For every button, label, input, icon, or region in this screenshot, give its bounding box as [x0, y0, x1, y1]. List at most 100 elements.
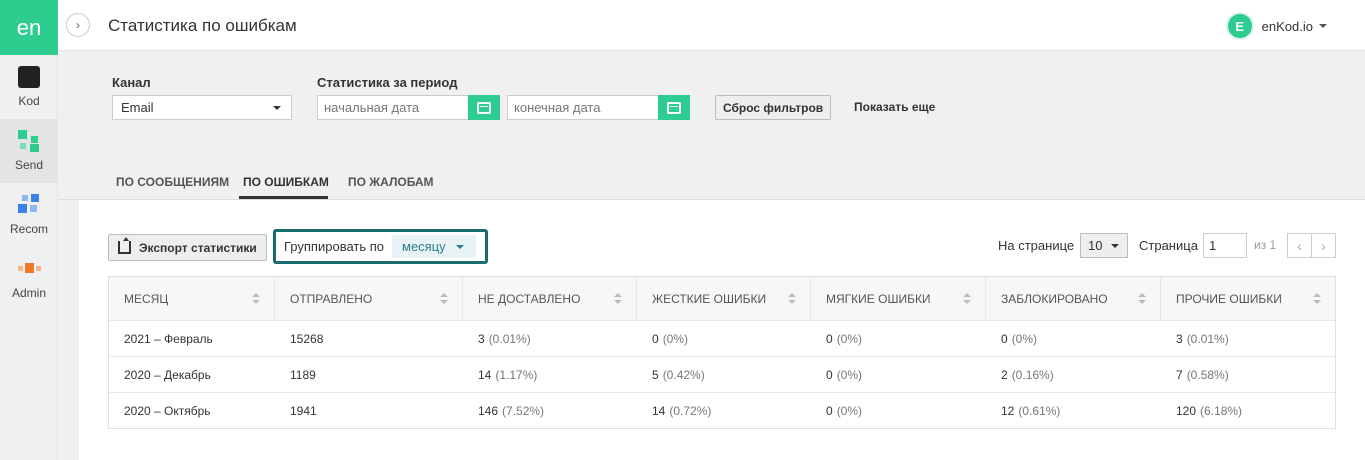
cell-hard-errors: 5 (0.42%) — [637, 357, 811, 392]
tab-by-messages[interactable]: ПО СООБЩЕНИЯМ — [116, 175, 229, 189]
page-label: Страница — [1139, 238, 1198, 253]
column-header-other-errors[interactable]: ПРОЧИЕ ОШИБКИ — [1161, 277, 1335, 320]
next-page-button[interactable]: › — [1311, 233, 1336, 258]
table-row: 2021 – Февраль 15268 3 (0.01%) 0 (0%) 0 (0%… — [109, 320, 1335, 356]
top-bar: › Статистика по ошибкам E enKod.io — [58, 0, 1365, 51]
table-row: 2020 – Декабрь 1189 14 (1.17%) 5 (0.42%) 0… — [109, 356, 1335, 392]
caret-down-icon — [1319, 24, 1327, 28]
caret-down-icon — [455, 244, 464, 249]
prev-page-button[interactable]: ‹ — [1287, 233, 1312, 258]
sidebar-item-label: Admin — [11, 286, 46, 300]
sort-icon[interactable] — [440, 293, 448, 304]
cell-sent: 1941 — [290, 403, 317, 418]
recom-icon — [18, 194, 40, 216]
start-date-calendar-button[interactable] — [468, 95, 500, 120]
sort-icon[interactable] — [963, 293, 971, 304]
cell-month: 2020 – Октябрь — [124, 403, 211, 418]
tab-by-errors[interactable]: ПО ОШИБКАМ — [243, 175, 329, 189]
cell-other-errors: 7 (0.58%) — [1161, 357, 1335, 392]
per-page-value: 10 — [1088, 238, 1103, 253]
send-icon — [18, 130, 40, 152]
column-header-undelivered[interactable]: НЕ ДОСТАВЛЕНО — [463, 277, 637, 320]
start-date-placeholder: начальная дата — [324, 100, 420, 115]
export-stats-button[interactable]: Экспорт статистики — [108, 234, 267, 261]
column-header-month[interactable]: МЕСЯЦ — [109, 277, 275, 320]
per-page-select[interactable]: 10 — [1080, 233, 1128, 258]
user-name: enKod.io — [1261, 18, 1313, 34]
cell-count: 0 — [652, 331, 659, 346]
column-header-soft-errors[interactable]: МЯГКИЕ ОШИБКИ — [811, 277, 986, 320]
chevron-right-icon: › — [76, 18, 80, 32]
cell-blocked: 12 (0.61%) — [986, 393, 1161, 428]
group-by-value: месяцу — [402, 239, 446, 254]
group-by-control: Группировать по месяцу — [273, 229, 488, 264]
page-total-label: из 1 — [1254, 238, 1277, 252]
group-by-select[interactable]: месяцу — [392, 235, 476, 258]
sort-icon[interactable] — [614, 293, 622, 304]
kod-icon — [18, 66, 40, 88]
group-by-label: Группировать по — [284, 239, 385, 254]
app-logo[interactable]: en — [0, 0, 58, 55]
user-menu[interactable]: E enKod.io — [1225, 12, 1327, 40]
cell-undelivered: 3 (0.01%) — [463, 321, 637, 356]
cell-blocked: 2 (0.16%) — [986, 357, 1161, 392]
sidebar-toggle-button[interactable]: › — [66, 13, 90, 37]
column-header-label: ЗАБЛОКИРОВАНО — [1001, 291, 1108, 306]
column-header-label: ЖЕСТКИЕ ОШИБКИ — [652, 291, 767, 306]
admin-icon — [18, 258, 41, 280]
sidebar-item-send[interactable]: Send — [0, 119, 58, 183]
cell-soft-errors: 0 (0%) — [811, 321, 986, 356]
sort-icon[interactable] — [1138, 293, 1146, 304]
cell-percent: (0.16%) — [1011, 367, 1054, 382]
cell-month: 2020 – Декабрь — [124, 367, 211, 382]
cell-count: 12 — [1001, 403, 1015, 418]
page-number-input[interactable]: 1 — [1203, 233, 1247, 258]
cell-count: 120 — [1176, 403, 1197, 418]
sort-icon[interactable] — [1313, 293, 1321, 304]
tab-by-complaints[interactable]: ПО ЖАЛОБАМ — [348, 175, 434, 189]
start-date-input[interactable]: начальная дата — [317, 95, 469, 120]
sidebar-item-label: Recom — [9, 222, 48, 236]
cell-undelivered: 146 (7.52%) — [463, 393, 637, 428]
column-header-label: НЕ ДОСТАВЛЕНО — [478, 291, 581, 306]
column-header-label: МЯГКИЕ ОШИБКИ — [826, 291, 931, 306]
cell-other-errors: 3 (0.01%) — [1161, 321, 1335, 356]
sort-icon[interactable] — [252, 293, 260, 304]
cell-sent: 15268 — [290, 331, 324, 346]
cell-percent: (0.58%) — [1186, 367, 1229, 382]
cell-hard-errors: 14 (0.72%) — [637, 393, 811, 428]
sidebar-item-admin[interactable]: Admin — [0, 247, 58, 311]
show-more-link[interactable]: Показать еще — [854, 100, 935, 114]
cell-percent: (6.18%) — [1200, 403, 1243, 418]
cell-count: 3 — [478, 331, 485, 346]
reset-filters-button[interactable]: Сброс фильтров — [715, 95, 832, 120]
cell-soft-errors: 0 (0%) — [811, 393, 986, 428]
sidebar-item-kod[interactable]: Kod — [0, 55, 58, 119]
cell-count: 3 — [1176, 331, 1183, 346]
cell-month: 2021 – Февраль — [124, 331, 213, 346]
column-header-sent[interactable]: ОТПРАВЛЕНО — [275, 277, 463, 320]
caret-down-icon — [273, 106, 281, 110]
cell-percent: (0.42%) — [662, 367, 705, 382]
cell-percent: (0%) — [1011, 331, 1038, 346]
column-header-hard-errors[interactable]: ЖЕСТКИЕ ОШИБКИ — [637, 277, 811, 320]
sidebar-item-recom[interactable]: Recom — [0, 183, 58, 247]
end-date-input[interactable]: конечная дата — [507, 95, 659, 120]
cell-count: 14 — [652, 403, 666, 418]
column-header-blocked[interactable]: ЗАБЛОКИРОВАНО — [986, 277, 1161, 320]
cell-count: 5 — [652, 367, 659, 382]
column-header-label: ПРОЧИЕ ОШИБКИ — [1176, 291, 1282, 306]
cell-percent: (0.72%) — [669, 403, 712, 418]
chevron-right-icon: › — [1321, 237, 1326, 254]
cell-percent: (0%) — [836, 331, 863, 346]
cell-count: 14 — [478, 367, 492, 382]
cell-other-errors: 120 (6.18%) — [1161, 393, 1335, 428]
errors-table: МЕСЯЦ ОТПРАВЛЕНО НЕ ДОСТАВЛЕНО ЖЕСТКИЕ О… — [108, 276, 1336, 429]
sidebar-item-label: Kod — [18, 94, 40, 108]
per-page-label: На странице — [998, 238, 1075, 253]
end-date-calendar-button[interactable] — [658, 95, 690, 120]
channel-select[interactable]: Email — [112, 95, 292, 120]
cell-percent: (0.01%) — [1186, 331, 1229, 346]
sort-icon[interactable] — [788, 293, 796, 304]
cell-count: 0 — [826, 331, 833, 346]
